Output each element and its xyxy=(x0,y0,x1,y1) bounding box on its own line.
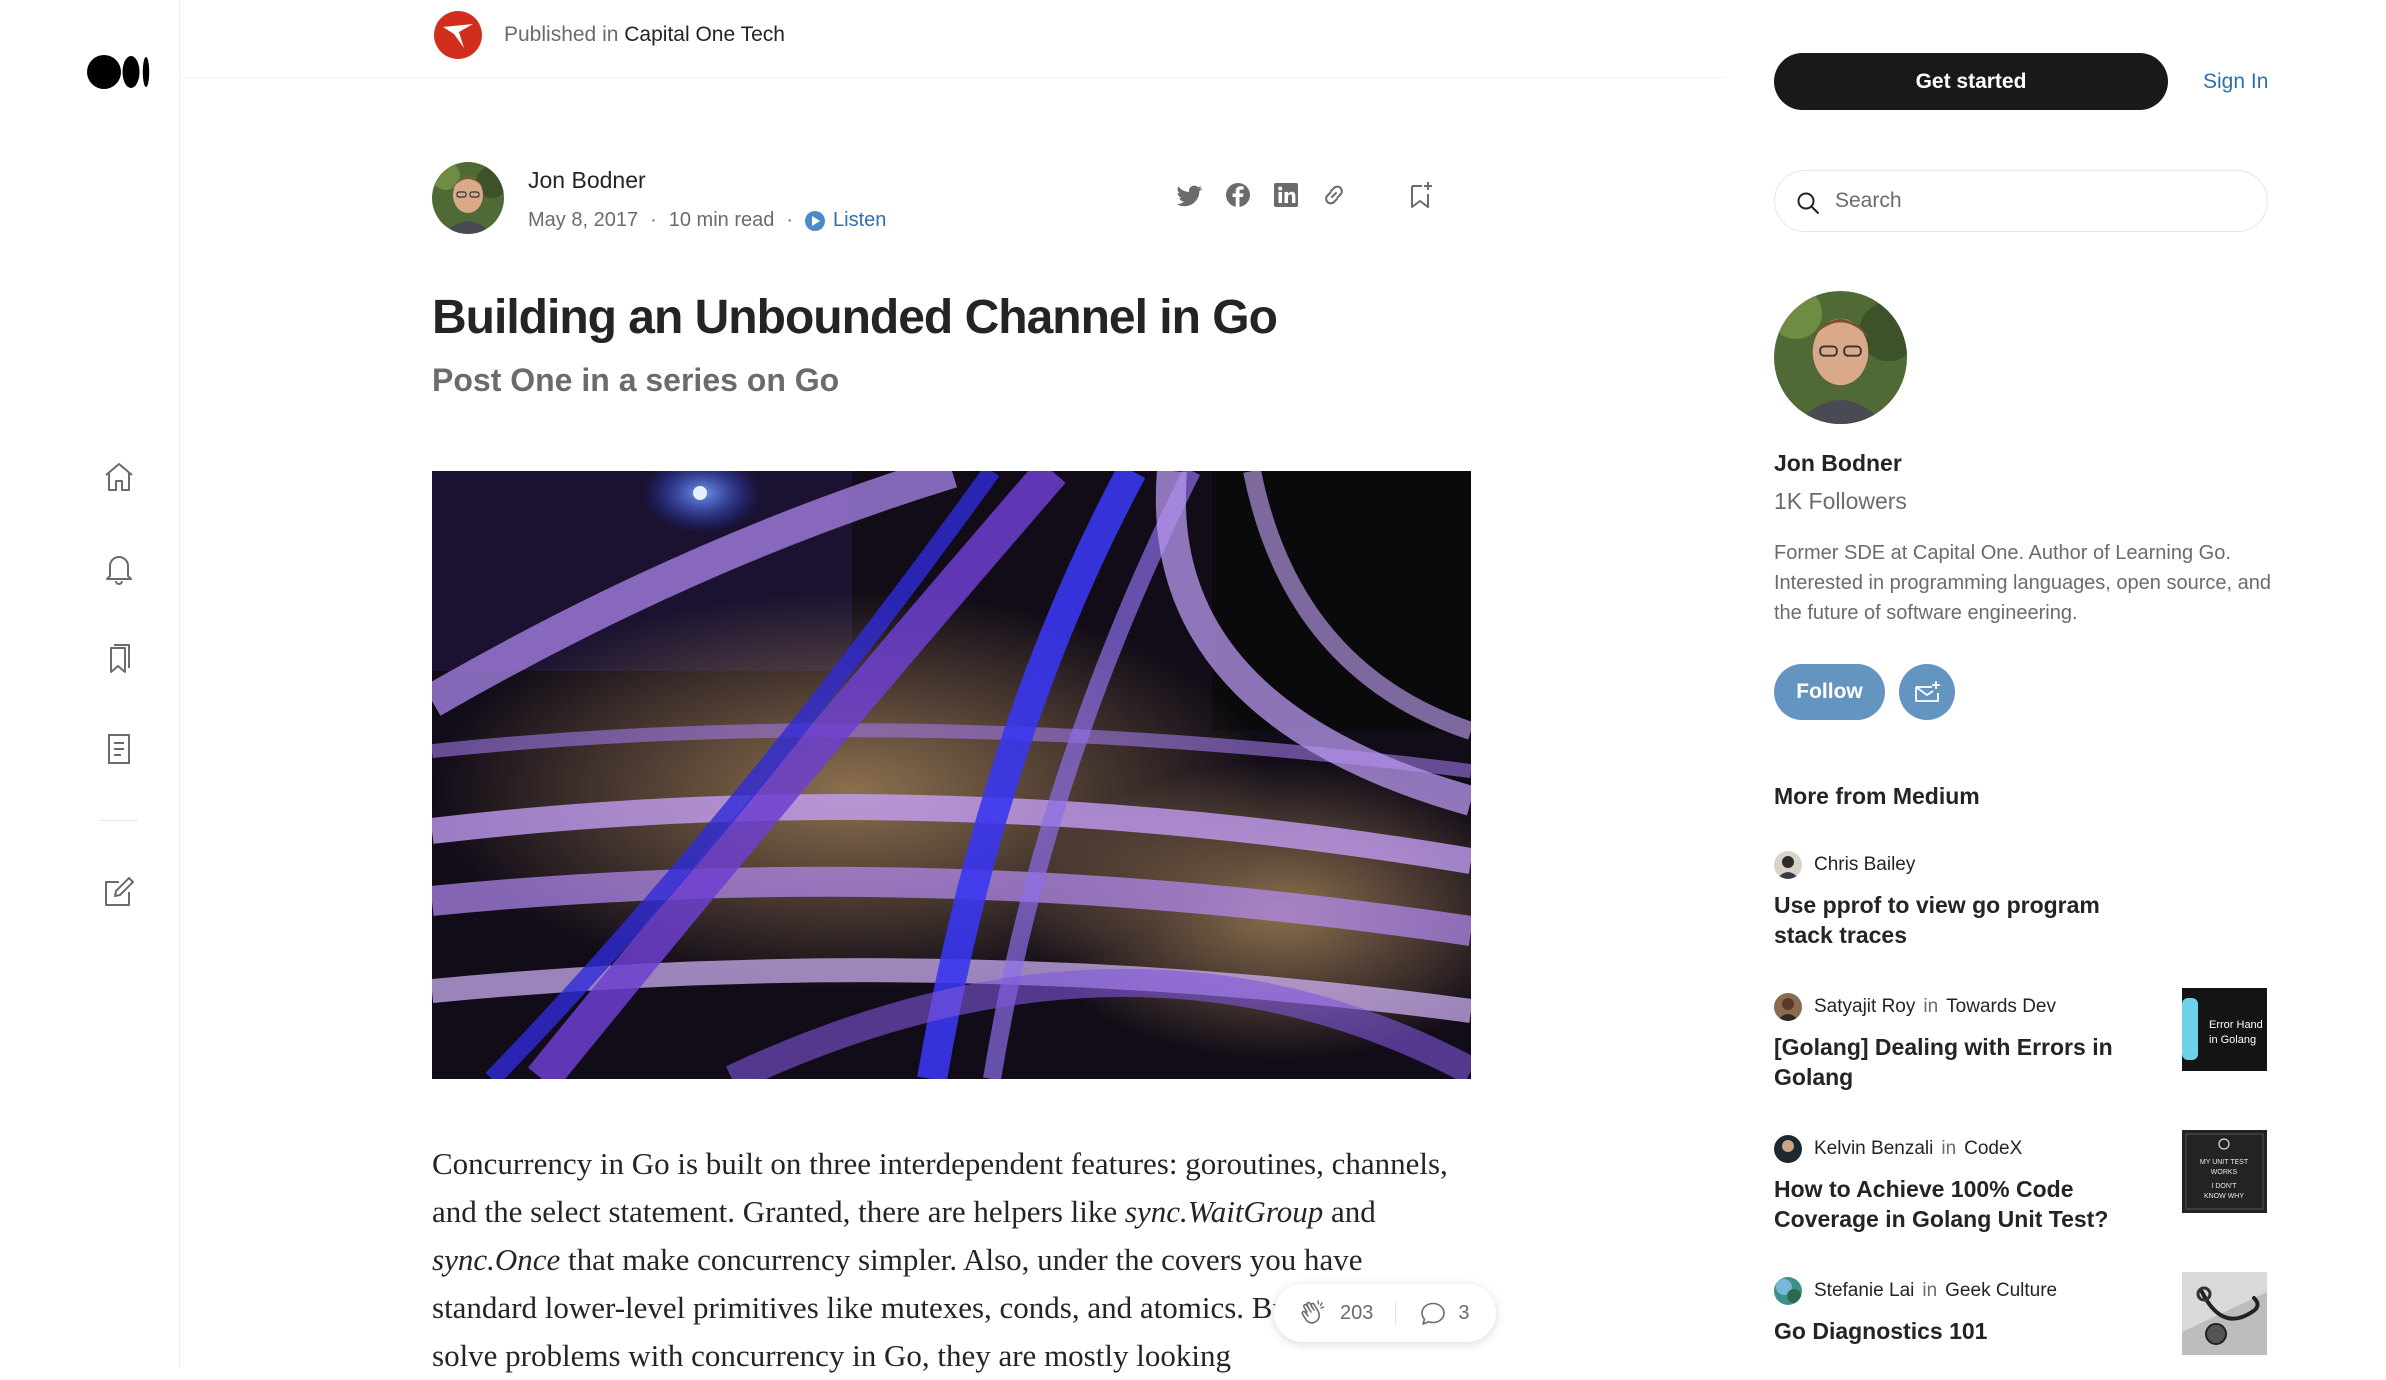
recommendation-title[interactable]: How to Achieve 100% Code Coverage in Gol… xyxy=(1774,1174,2134,1234)
right-sidebar: Get started Sign In Jon Bodner 1K Follow… xyxy=(1725,0,2386,1368)
bookmarks-icon[interactable] xyxy=(101,640,137,676)
play-icon xyxy=(805,210,826,231)
stories-icon[interactable] xyxy=(101,731,137,767)
link-icon xyxy=(1325,185,1343,205)
sidebar-author-avatar[interactable] xyxy=(1774,291,1907,424)
clap-count: 203 xyxy=(1340,1301,1374,1324)
svg-text:I DON'T: I DON'T xyxy=(2211,1183,2237,1190)
response-count: 3 xyxy=(1458,1301,1470,1324)
author-name-link[interactable]: Jon Bodner xyxy=(528,167,646,194)
recommendation-author-name[interactable]: Stefanie Lai xyxy=(1814,1280,1914,1302)
in-label: in xyxy=(1922,1280,1938,1301)
facebook-share-button[interactable] xyxy=(1223,180,1253,210)
recommendation-title[interactable]: [Golang] Dealing with Errors in Golang xyxy=(1774,1032,2134,1092)
code-reference-waitgroup: sync.WaitGroup xyxy=(1124,1194,1324,1229)
capital-one-tech-logo-icon[interactable] xyxy=(433,10,483,60)
recommendation-author-avatar xyxy=(1774,1277,1802,1305)
search-box xyxy=(1774,170,2268,232)
facebook-icon xyxy=(1226,183,1250,207)
recommendation-item[interactable]: Chris Bailey Use pprof to view go progra… xyxy=(1774,850,2274,950)
rail-divider xyxy=(100,820,138,821)
clap-icon[interactable] xyxy=(1298,1298,1328,1328)
recommendation-publication[interactable]: Geek Culture xyxy=(1945,1280,2057,1302)
left-navigation-rail xyxy=(0,0,180,1368)
linkedin-share-button[interactable] xyxy=(1271,180,1301,210)
recommendation-title[interactable]: Go Diagnostics 101 xyxy=(1774,1316,2134,1346)
clap-response-bar: 203 3 xyxy=(1274,1284,1496,1342)
listen-label: Listen xyxy=(833,209,887,231)
write-icon[interactable] xyxy=(101,874,137,910)
home-icon[interactable] xyxy=(101,459,137,495)
read-time: 10 min read xyxy=(668,209,775,231)
recommendation-publication[interactable]: CodeX xyxy=(1964,1138,2022,1160)
follow-button[interactable]: Follow xyxy=(1774,664,1885,720)
author-bio: Former SDE at Capital One. Author of Lea… xyxy=(1774,542,2271,624)
copy-link-button[interactable] xyxy=(1319,180,1349,210)
recommendation-author-name[interactable]: Chris Bailey xyxy=(1814,854,1915,876)
recommendation-thumbnail[interactable]: MY UNIT TEST WORKS I DON'T KNOW WHY xyxy=(2182,1130,2267,1213)
recommendation-author: Chris Bailey xyxy=(1774,850,2274,880)
email-subscribe-button[interactable] xyxy=(1899,664,1955,720)
svg-text:Error Hand: Error Hand xyxy=(2209,1019,2263,1031)
linkedin-icon xyxy=(1274,183,1298,207)
article-title: Building an Unbounded Channel in Go xyxy=(432,291,1278,344)
recommendation-author-avatar xyxy=(1774,993,1802,1021)
save-bookmark-button[interactable] xyxy=(1405,180,1435,210)
svg-text:KNOW WHY: KNOW WHY xyxy=(2204,1193,2244,1200)
mail-plus-icon xyxy=(1915,681,1940,702)
in-label: in xyxy=(1923,996,1939,1017)
recommendation-title[interactable]: Use pprof to view go program stack trace… xyxy=(1774,890,2134,950)
listen-button[interactable]: Listen xyxy=(805,209,886,232)
more-from-medium-heading: More from Medium xyxy=(1774,783,1980,809)
svg-text:in Golang: in Golang xyxy=(2209,1034,2256,1046)
search-icon xyxy=(1797,192,1819,214)
bookmark-add-icon xyxy=(1411,182,1432,208)
recommendation-author-name[interactable]: Satyajit Roy xyxy=(1814,996,1915,1018)
code-reference-once: sync.Once xyxy=(432,1242,561,1277)
comment-icon[interactable] xyxy=(1418,1298,1448,1328)
search-input[interactable] xyxy=(1833,181,2253,221)
recommendation-publication[interactable]: Towards Dev xyxy=(1946,996,2056,1018)
in-label: in xyxy=(1941,1138,1957,1159)
published-in-label: Published in xyxy=(504,23,619,46)
meta-separator: · xyxy=(786,209,794,231)
body-text-segment: and xyxy=(1323,1194,1376,1229)
sidebar-author-name[interactable]: Jon Bodner xyxy=(1774,450,1902,477)
clapbar-separator xyxy=(1395,1301,1397,1325)
bell-icon[interactable] xyxy=(101,550,137,586)
svg-text:WORKS: WORKS xyxy=(2211,1169,2238,1176)
sign-in-link[interactable]: Sign In xyxy=(2203,70,2268,94)
publication-name-link[interactable]: Capital One Tech xyxy=(624,23,785,46)
medium-logo-icon[interactable] xyxy=(86,52,152,92)
recommendation-thumbnail[interactable]: Error Hand in Golang xyxy=(2182,988,2267,1071)
recommendation-author-name[interactable]: Kelvin Benzali xyxy=(1814,1138,1933,1160)
follower-count-link[interactable]: 1K Followers xyxy=(1774,488,1907,515)
recommendation-thumbnail[interactable] xyxy=(2182,1272,2267,1355)
get-started-button[interactable]: Get started xyxy=(1774,53,2168,110)
twitter-icon xyxy=(1176,185,1202,207)
publish-date: May 8, 2017 xyxy=(528,209,639,231)
publication-credit: Published in Capital One Tech xyxy=(504,23,785,47)
article-body-paragraph: Concurrency in Go is built on three inte… xyxy=(432,1140,1472,1380)
article-meta: May 8, 2017 · 10 min read · Listen xyxy=(528,209,886,232)
recommendation-author-avatar xyxy=(1774,851,1802,879)
article-subtitle: Post One in a series on Go xyxy=(432,362,840,398)
twitter-share-button[interactable] xyxy=(1175,180,1205,210)
author-avatar[interactable] xyxy=(432,162,504,234)
meta-separator: · xyxy=(650,209,657,231)
publication-bar: Published in Capital One Tech xyxy=(180,0,1725,78)
hero-image[interactable] xyxy=(432,471,1471,1079)
svg-text:MY UNIT TEST: MY UNIT TEST xyxy=(2200,1159,2249,1166)
recommendation-author-avatar xyxy=(1774,1135,1802,1163)
